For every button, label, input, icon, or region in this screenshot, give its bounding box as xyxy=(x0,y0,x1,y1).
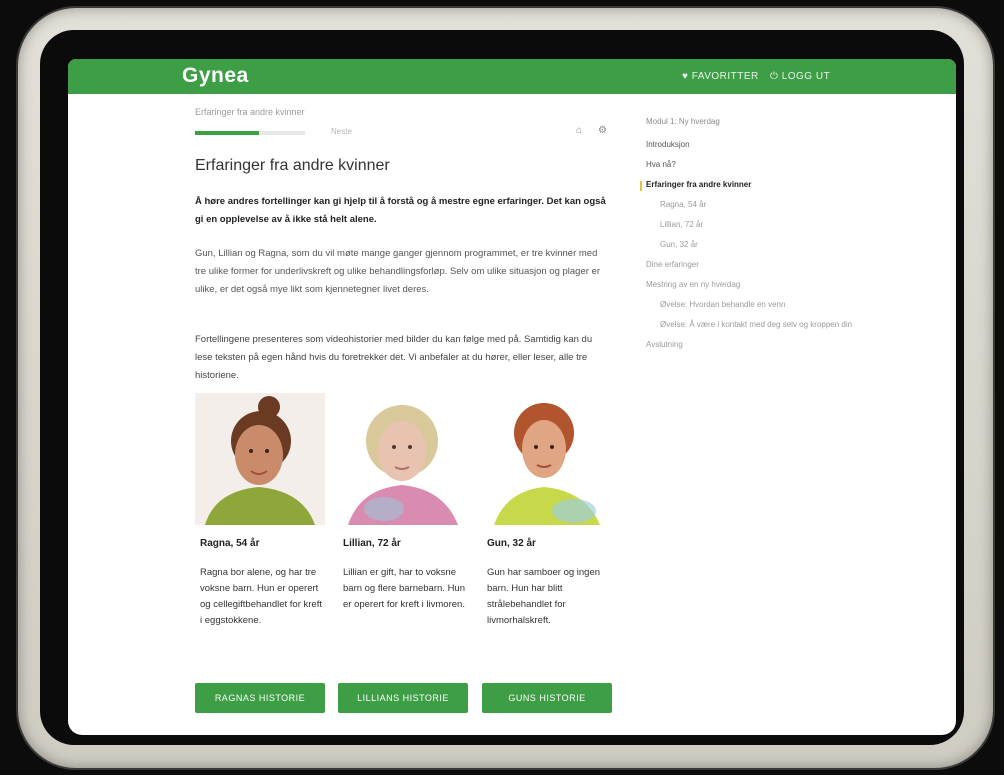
portrait-image xyxy=(195,393,325,525)
top-bar: Gynea ♥ FAVORITTER ⏻ LOGG UT xyxy=(68,59,956,94)
settings-icon[interactable]: ⚙ xyxy=(598,125,607,136)
gun-story-button[interactable]: GUNS HISTORIE xyxy=(482,683,612,713)
body-paragraph: Gun, Lillian og Ragna, som du vil møte m… xyxy=(195,248,601,295)
sidebar-item[interactable]: Hva nå? xyxy=(646,155,936,175)
portrait-image xyxy=(482,393,612,525)
progress-label[interactable]: Neste xyxy=(331,127,352,136)
sidebar-item[interactable]: Avslutning xyxy=(646,335,936,355)
home-icon[interactable]: ⌂ xyxy=(576,125,582,136)
card-name: Ragna, 54 år xyxy=(200,538,260,549)
story-card-gun: Gun, 32 år Gun har samboer og ingen barn… xyxy=(482,393,612,735)
sidebar-heading: Modul 1: Ny hverdag xyxy=(646,117,720,126)
screen: Gynea ♥ FAVORITTER ⏻ LOGG UT Erfaringer … xyxy=(68,59,956,735)
logo[interactable]: Gynea xyxy=(182,64,249,88)
module-sidebar: Modul 1: Ny hverdag Introduksjon Hva nå? E… xyxy=(640,117,936,355)
lillian-portrait-illustration xyxy=(338,393,468,525)
ragna-portrait-illustration xyxy=(195,393,325,525)
progress-fill xyxy=(195,131,259,135)
body-paragraph: Fortellingene presenteres som videohisto… xyxy=(195,334,593,381)
story-card-lillian: Lillian, 72 år Lillian er gift, har to v… xyxy=(338,393,468,735)
sidebar-item[interactable]: Ragna, 54 år xyxy=(646,195,936,215)
lillian-story-button[interactable]: LILLIANS HISTORIE xyxy=(338,683,468,713)
card-description: Ragna bor alene, og har tre voksne barn.… xyxy=(200,567,322,626)
sidebar-item[interactable]: Dine erfaringer xyxy=(646,255,936,275)
progress-bar xyxy=(195,131,305,135)
sidebar-list: Introduksjon Hva nå? Erfaringer fra andre … xyxy=(640,135,936,355)
card-name: Gun, 32 år xyxy=(487,538,536,549)
story-card-ragna: Ragna, 54 år Ragna bor alene, og har tre… xyxy=(195,393,325,735)
sidebar-item[interactable]: Introduksjon xyxy=(646,135,936,155)
sidebar-item[interactable]: Øvelse: Hvordan behandle en venn xyxy=(646,295,936,315)
intro-paragraph: Å høre andres fortellinger kan gi hjelp … xyxy=(195,196,606,225)
sidebar-item[interactable]: Gun, 32 år xyxy=(646,235,936,255)
portrait-image xyxy=(338,393,468,525)
card-description: Lillian er gift, har to voksne barn og f… xyxy=(343,567,465,610)
ragna-story-button[interactable]: RAGNAS HISTORIE xyxy=(195,683,325,713)
favorites-link[interactable]: ♥ FAVORITTER xyxy=(682,71,759,82)
page-title: Erfaringer fra andre kvinner xyxy=(195,157,390,174)
gun-portrait-illustration xyxy=(482,393,612,525)
sidebar-item[interactable]: Erfaringer fra andre kvinner xyxy=(640,175,936,195)
logout-link[interactable]: ⏻ LOGG UT xyxy=(770,71,830,82)
card-description: Gun har samboer og ingen barn. Hun har b… xyxy=(487,567,601,626)
card-name: Lillian, 72 år xyxy=(343,538,401,549)
sidebar-item[interactable]: Mestring av en ny hverdag xyxy=(646,275,936,295)
sidebar-item[interactable]: Lillian, 72 år xyxy=(646,215,936,235)
sidebar-item[interactable]: Øvelse: Å være i kontakt med deg selv og… xyxy=(646,315,936,335)
breadcrumb[interactable]: Erfaringer fra andre kvinner xyxy=(195,107,305,117)
